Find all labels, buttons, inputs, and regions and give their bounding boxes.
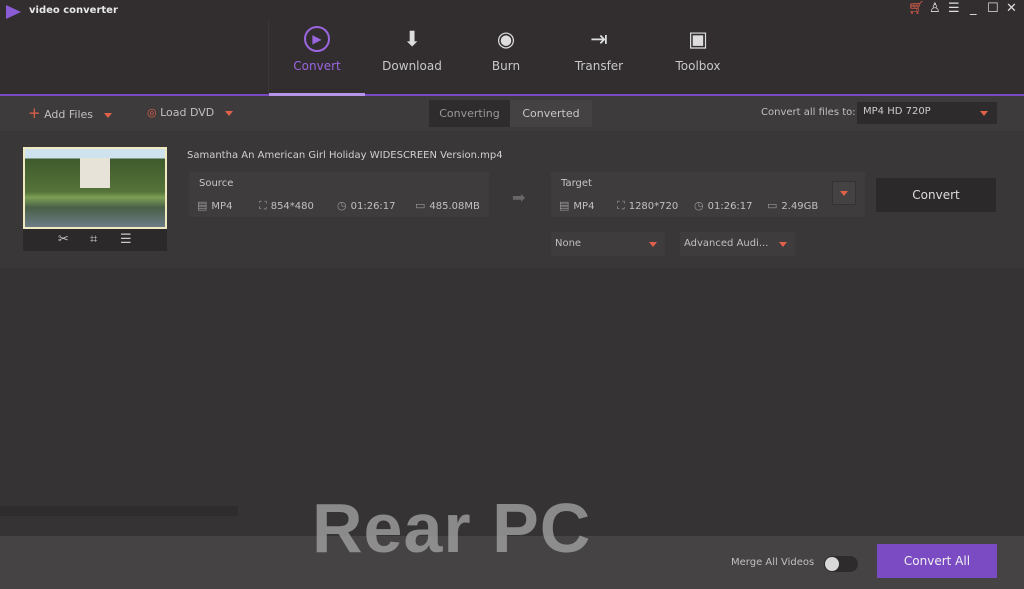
chevron-down-icon[interactable] <box>103 112 112 118</box>
folder-icon: ▭ <box>415 199 426 212</box>
source-info: Source ▤ MP4 ⛶ 854*480 ◷ 01:26:17 ▭ 485.08MB <box>189 172 489 217</box>
crop-icon[interactable]: ⌗ <box>90 232 97 247</box>
folder-icon: ▭ <box>767 199 778 212</box>
user-icon[interactable]: ♙ <box>929 1 941 16</box>
add-files-button[interactable]: + Add Files <box>28 104 112 122</box>
tab-converted[interactable]: Converted <box>510 100 592 127</box>
toolbar: + Add Files ◎ Load DVD Converting Conver… <box>0 96 1024 131</box>
nav-download[interactable]: ⬇ Download <box>364 0 460 95</box>
load-dvd-label: Load DVD <box>160 106 215 119</box>
nav-transfer[interactable]: ⇥ Transfer <box>551 0 647 95</box>
convert-button[interactable]: Convert <box>876 178 996 212</box>
subtitle-value: None <box>555 238 582 249</box>
convert-all-label: Convert all files to: <box>761 107 856 118</box>
transfer-icon: ⇥ <box>590 27 608 51</box>
source-resolution: 854*480 <box>270 201 314 212</box>
maximize-icon[interactable]: ☐ <box>987 1 999 16</box>
merge-label: Merge All Videos <box>731 557 815 568</box>
merge-toggle[interactable] <box>824 556 858 572</box>
target-label: Target <box>561 178 592 189</box>
chevron-down-icon <box>840 191 848 196</box>
nav-convert[interactable]: ▶ Convert <box>269 0 365 95</box>
burn-icon: ◉ <box>496 27 516 51</box>
horizontal-scrollbar[interactable] <box>0 506 238 516</box>
close-icon[interactable]: ✕ <box>1006 1 1017 16</box>
audio-select[interactable]: Advanced Audi... <box>680 232 795 256</box>
resolution-icon: ⛶ <box>617 199 625 212</box>
thumbnail-house <box>80 158 110 188</box>
target-format: MP4 <box>573 201 595 212</box>
nav-label: Download <box>382 59 442 73</box>
download-icon: ⬇ <box>403 27 421 51</box>
clock-icon: ◷ <box>694 199 704 212</box>
resolution-icon: ⛶ <box>259 199 267 212</box>
nav-label: Toolbox <box>675 59 721 73</box>
arrow-right-icon: ➡ <box>512 188 526 207</box>
audio-value: Advanced Audi... <box>684 238 769 249</box>
source-duration: 01:26:17 <box>350 201 396 212</box>
title-bar: video converter ▶ Convert ⬇ Download ◉ Burn… <box>0 0 1024 95</box>
nav-toolbox[interactable]: ▣ Toolbox <box>650 0 746 95</box>
effects-icon[interactable]: ☰ <box>120 232 132 247</box>
nav-label: Transfer <box>574 59 624 73</box>
chevron-down-icon <box>980 111 988 116</box>
target-resolution: 1280*720 <box>628 201 679 212</box>
file-name: Samantha An American Girl Holiday WIDESC… <box>187 150 503 161</box>
target-info[interactable]: Target ▤ MP4 ⛶ 1280*720 ◷ 01:26:17 ▭ 2.49GB <box>551 172 865 217</box>
nav-burn[interactable]: ◉ Burn <box>458 0 554 95</box>
logo-icon <box>6 5 21 19</box>
chevron-down-icon <box>649 242 657 247</box>
app-title: video converter <box>29 5 118 16</box>
toggle-knob <box>825 557 839 571</box>
source-format: MP4 <box>211 201 233 212</box>
chevron-down-icon <box>779 242 787 247</box>
convert-all-button[interactable]: Convert All <box>877 544 997 578</box>
dvd-icon: ◎ <box>147 106 157 119</box>
nav-label: Convert <box>293 59 341 73</box>
output-format-value: MP4 HD 720P <box>863 106 931 117</box>
clock-icon: ◷ <box>337 199 347 212</box>
watermark: Rear PC <box>312 489 592 567</box>
menu-icon[interactable]: ☰ <box>948 1 960 16</box>
load-dvd-button[interactable]: ◎ Load DVD <box>147 106 233 119</box>
chevron-down-icon[interactable] <box>224 110 233 116</box>
source-label: Source <box>199 178 234 189</box>
film-icon: ▤ <box>197 199 208 212</box>
add-files-label: Add Files <box>44 108 94 121</box>
target-dropdown-button[interactable] <box>832 181 856 205</box>
tab-converting[interactable]: Converting <box>429 100 510 127</box>
cart-icon[interactable]: 🛒︎ <box>908 1 925 16</box>
target-duration: 01:26:17 <box>707 201 753 212</box>
target-size: 2.49GB <box>781 201 819 212</box>
convert-icon: ▶ <box>304 26 330 52</box>
toolbox-icon: ▣ <box>688 27 708 51</box>
nav-label: Burn <box>491 59 521 73</box>
source-size: 485.08MB <box>429 201 480 212</box>
output-format-select[interactable]: MP4 HD 720P <box>857 102 997 124</box>
film-icon: ▤ <box>559 199 570 212</box>
minimize-icon[interactable]: _ <box>970 1 977 16</box>
plus-icon: + <box>28 104 41 122</box>
subtitle-select[interactable]: None <box>551 232 665 256</box>
trim-icon[interactable]: ✂ <box>58 232 69 247</box>
